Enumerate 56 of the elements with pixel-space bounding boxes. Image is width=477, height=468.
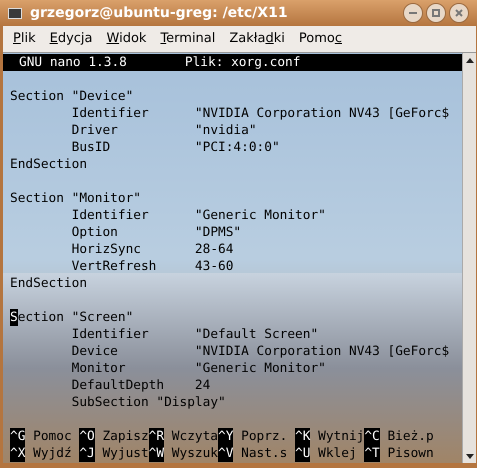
shortcut-label: Bież.p	[387, 428, 434, 445]
menu-item[interactable]: Terminal	[160, 29, 216, 49]
shortcut-key: ^J	[79, 445, 95, 462]
shortcut-key: ^R	[148, 428, 164, 445]
shortcut-key: ^W	[148, 445, 164, 462]
shortcut-key: ^O	[79, 428, 95, 445]
code-line: VertRefresh 43-60	[70, 258, 234, 275]
shortcut-key: ^U	[295, 445, 310, 462]
close-icon	[455, 9, 463, 17]
code-line: DefaultDepth 24	[70, 377, 210, 394]
code-line: SubSection "Display"	[70, 394, 226, 411]
code-line: Device "NVIDIA Corporation NV43 [GeForc$	[70, 343, 450, 360]
close-button[interactable]	[449, 3, 469, 23]
shortcut-label: Nast.s	[241, 445, 288, 462]
menu-item[interactable]: Plik	[13, 29, 36, 49]
shortcut-label: Wyszuk	[172, 445, 218, 462]
shortcut-key: ^G	[10, 428, 26, 445]
shortcut-label: Wyjdź	[33, 445, 72, 462]
shortcut-label: Wytnij	[318, 428, 364, 445]
maximize-icon	[432, 9, 440, 17]
menu-item[interactable]: Zakładki	[229, 29, 285, 49]
code-line: Driver "nvidia"	[70, 122, 257, 139]
shortcut-label: Zapisz	[102, 428, 149, 445]
minimize-button[interactable]	[403, 3, 423, 23]
shortcut-label: Wklej	[318, 445, 357, 462]
code-line: Option "DPMS"	[70, 224, 242, 241]
code-line: Identifier "NVIDIA Corporation NV43 [GeForc$	[70, 105, 450, 122]
window-title: grzegorz@ubuntu-greg: /etc/X11	[30, 4, 289, 22]
menu-item[interactable]: Edycja	[50, 29, 92, 49]
minimize-icon	[409, 12, 417, 14]
code-line: Monitor "Generic Monitor"	[70, 360, 326, 377]
menu-item[interactable]: Pomoc	[298, 29, 342, 49]
menu-item[interactable]: Widok	[106, 29, 146, 49]
shortcut-label: Wczyta	[172, 428, 218, 445]
maximize-button[interactable]	[426, 3, 446, 23]
code-line: BusID "PCI:4:0:0"	[70, 139, 280, 156]
shortcut-label: Poprz.	[241, 428, 288, 445]
version-text: GNU nano 1.3.8	[19, 54, 127, 71]
shortcut-key: ^V	[218, 445, 234, 462]
code-line: Identifier "Default Screen"	[70, 326, 318, 343]
shortcut-key: ^T	[364, 445, 380, 462]
code-line: Identifier "Generic Monitor"	[70, 207, 326, 224]
shortcut-label: Pomoc	[33, 428, 72, 445]
code-line: Section "Monitor"	[10, 190, 141, 207]
code-line: HorizSync 28-64	[70, 241, 234, 258]
code-line: EndSection	[10, 275, 88, 292]
text-cursor: S	[10, 309, 18, 326]
shortcut-key: ^C	[364, 428, 380, 445]
code-line: EndSection	[10, 156, 88, 173]
file-name: Plik: xorg.conf	[184, 54, 300, 71]
code-line: ection "Screen"	[18, 309, 134, 326]
code-line: Section "Device"	[10, 88, 134, 105]
shortcut-label: Pisown	[387, 445, 434, 462]
shortcut-label: Wyjust	[102, 445, 149, 462]
scrollbar[interactable]	[462, 53, 476, 463]
terminal-icon	[8, 8, 22, 18]
